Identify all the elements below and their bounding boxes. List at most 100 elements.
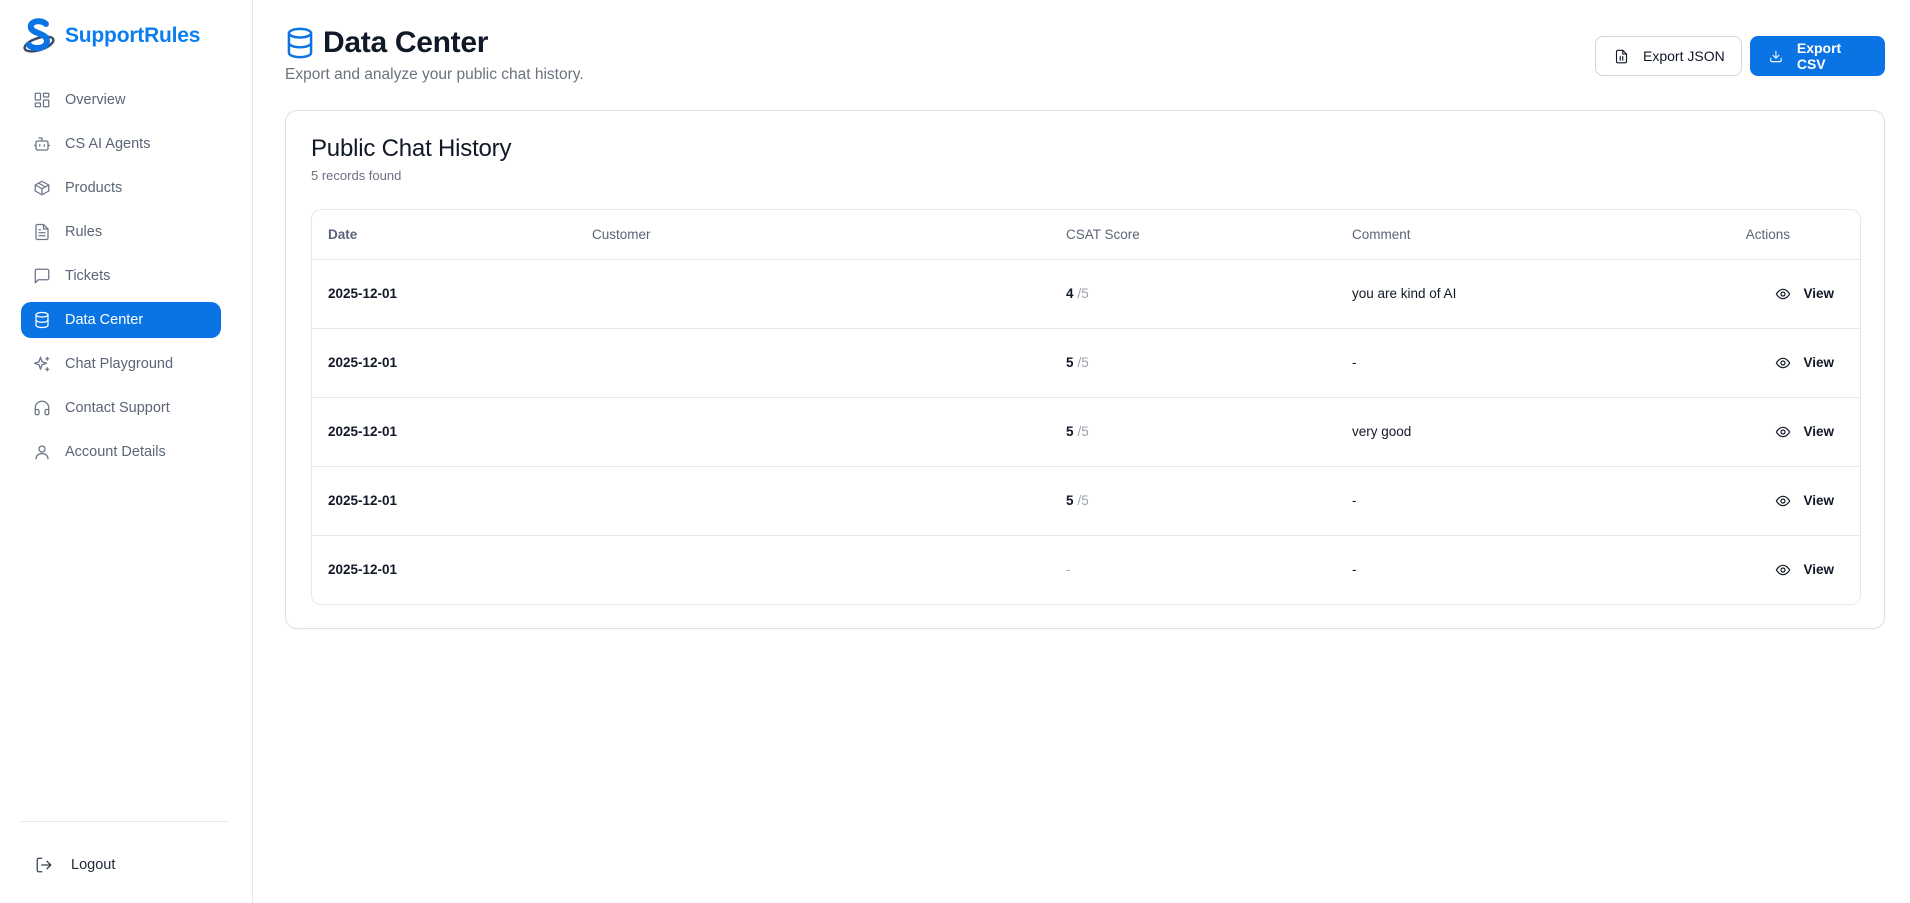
view-button[interactable]: View <box>1767 558 1842 582</box>
sidebar-item-cs-ai-agents[interactable]: CS AI Agents <box>21 126 221 162</box>
user-icon <box>33 443 51 461</box>
table-row: 2025-12-01 5/5 - View <box>312 328 1860 398</box>
cell-actions: View <box>1692 535 1860 604</box>
score-value: 5 <box>1066 493 1074 508</box>
cell-csat-score: 5/5 <box>1066 397 1352 467</box>
page-header: Data Center Export and analyze your publ… <box>285 26 584 84</box>
score-value: - <box>1066 562 1071 578</box>
sidebar-item-overview[interactable]: Overview <box>21 82 221 118</box>
cell-customer <box>592 259 1066 329</box>
view-button[interactable]: View <box>1767 420 1842 444</box>
cell-comment: - <box>1352 328 1692 398</box>
cell-actions: View <box>1692 259 1860 329</box>
cell-csat-score: - <box>1066 535 1352 604</box>
table-row: 2025-12-01 5/5 - View <box>312 466 1860 536</box>
export-json-button[interactable]: Export JSON <box>1595 36 1742 76</box>
cell-comment: - <box>1352 466 1692 536</box>
score-max: /5 <box>1077 286 1089 301</box>
table-row: 2025-12-01 - - View <box>312 535 1860 604</box>
score-max: /5 <box>1077 355 1089 370</box>
database-icon <box>287 27 313 59</box>
eye-icon <box>1776 357 1791 368</box>
chat-history-card: Public Chat History 5 records found Date… <box>285 110 1885 629</box>
bot-icon <box>33 135 51 153</box>
cell-csat-score: 5/5 <box>1066 466 1352 536</box>
column-header-customer[interactable]: Customer <box>592 210 1066 260</box>
brand-name: SupportRules <box>65 24 201 47</box>
file-icon <box>1615 49 1628 63</box>
cell-date: 2025-12-01 <box>312 397 592 467</box>
sidebar-item-label: Data Center <box>65 312 144 328</box>
export-csv-button[interactable]: Export CSV <box>1750 36 1885 76</box>
sidebar-item-label: Products <box>65 180 123 196</box>
title-row: Data Center <box>285 26 584 60</box>
cell-actions: View <box>1692 328 1860 398</box>
database-icon <box>33 311 51 329</box>
table-row: 2025-12-01 4/5 you are kind of AI View <box>312 259 1860 329</box>
download-icon <box>1770 50 1782 62</box>
view-button[interactable]: View <box>1767 282 1842 306</box>
sidebar-item-contact-support[interactable]: Contact Support <box>21 390 221 426</box>
sidebar-item-rules[interactable]: Rules <box>21 214 221 250</box>
sidebar: SupportRules Overview CS AI Agents Produ… <box>0 0 253 903</box>
logout-label: Logout <box>71 857 116 873</box>
cell-comment: - <box>1352 562 1357 578</box>
sidebar-item-account-details[interactable]: Account Details <box>21 434 221 470</box>
export-json-label: Export JSON <box>1643 48 1725 64</box>
brand[interactable]: SupportRules <box>21 18 200 54</box>
document-icon <box>33 223 51 241</box>
records-count: 5 records found <box>311 168 402 183</box>
sidebar-item-label: Rules <box>65 224 103 240</box>
header-actions: Export JSON Export CSV <box>1595 36 1885 76</box>
score-value: 5 <box>1066 355 1074 370</box>
cell-customer <box>592 328 1066 398</box>
cell-actions: View <box>1692 397 1860 467</box>
s-logo-icon <box>23 18 55 53</box>
column-header-date[interactable]: Date <box>312 210 592 260</box>
cell-actions: View <box>1692 466 1860 536</box>
sidebar-item-products[interactable]: Products <box>21 170 221 206</box>
score-max: /5 <box>1077 493 1089 508</box>
view-button[interactable]: View <box>1767 489 1842 513</box>
view-label: View <box>1803 424 1834 439</box>
headset-icon <box>33 399 51 417</box>
cell-customer <box>592 397 1066 467</box>
cell-customer <box>592 466 1066 536</box>
column-header-comment[interactable]: Comment <box>1352 210 1692 260</box>
sidebar-item-label: Tickets <box>65 268 111 284</box>
cell-date: 2025-12-01 <box>328 562 398 578</box>
sidebar-item-tickets[interactable]: Tickets <box>21 258 221 294</box>
box-icon <box>33 179 51 197</box>
view-label: View <box>1803 562 1834 578</box>
score-value: 5 <box>1066 424 1074 439</box>
sidebar-item-label: Overview <box>65 92 126 108</box>
table-header-row: Date Customer CSAT Score Comment Actions <box>312 210 1860 260</box>
cell-date: 2025-12-01 <box>312 259 592 329</box>
sidebar-item-chat-playground[interactable]: Chat Playground <box>21 346 221 382</box>
chat-history-table: Date Customer CSAT Score Comment Actions… <box>311 209 1861 605</box>
chat-icon <box>33 267 51 285</box>
cell-comment: you are kind of AI <box>1352 259 1692 329</box>
sidebar-item-label: Account Details <box>65 444 166 460</box>
eye-icon <box>1776 564 1791 576</box>
logout-button[interactable]: Logout <box>35 856 115 874</box>
sidebar-item-label: Contact Support <box>65 400 170 416</box>
cell-date: 2025-12-01 <box>312 328 592 398</box>
score-max: /5 <box>1077 424 1089 439</box>
sidebar-divider <box>21 821 229 822</box>
table-row: 2025-12-01 5/5 very good View <box>312 397 1860 467</box>
cell-csat-score: 4/5 <box>1066 259 1352 329</box>
column-header-csat-score[interactable]: CSAT Score <box>1066 210 1352 260</box>
sidebar-nav: Overview CS AI Agents Products Rules Tic… <box>21 82 221 478</box>
grid-icon <box>33 91 51 109</box>
logout-icon <box>36 857 52 873</box>
view-label: View <box>1803 286 1834 301</box>
view-label: View <box>1803 355 1834 370</box>
view-label: View <box>1803 493 1834 508</box>
sidebar-item-data-center[interactable]: Data Center <box>21 302 221 338</box>
eye-icon <box>1776 288 1791 299</box>
export-csv-label: Export CSV <box>1796 40 1842 72</box>
page-title: Data Center <box>323 26 489 59</box>
view-button[interactable]: View <box>1767 351 1842 375</box>
cell-csat-score: 5/5 <box>1066 328 1352 398</box>
